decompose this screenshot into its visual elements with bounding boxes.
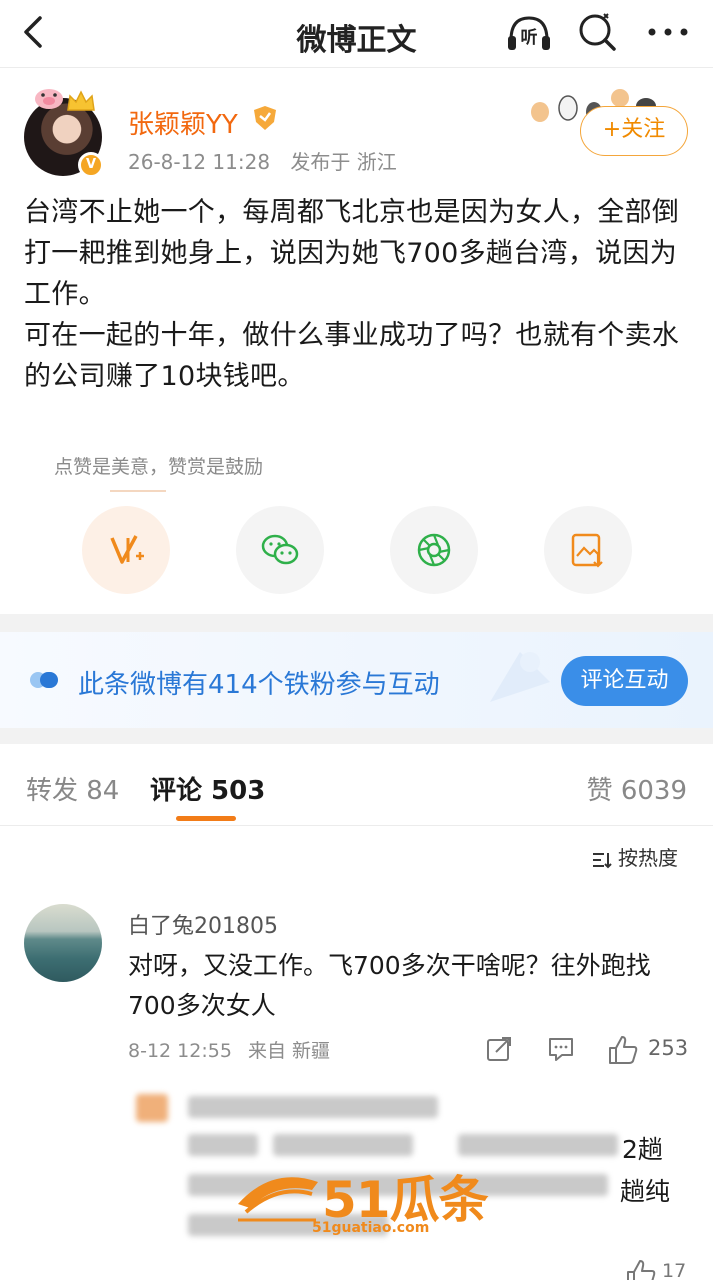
comment-time: 8-12 12:55	[128, 1040, 232, 1062]
vplus-icon	[110, 535, 144, 564]
reply-fragment: 趟纯	[620, 1177, 671, 1206]
save-image-button[interactable]	[544, 506, 632, 594]
member-medal-icon[interactable]	[250, 104, 280, 132]
tab-repost[interactable]: 转发 84	[26, 770, 119, 807]
crown-ornament-icon	[67, 90, 95, 111]
fan-stream-icon	[30, 672, 58, 688]
like-icon	[627, 1260, 656, 1280]
verified-badge-icon: V	[78, 152, 104, 178]
reply-like-count: 17	[662, 1260, 687, 1280]
commenter-avatar[interactable]	[24, 904, 102, 982]
section-divider	[0, 614, 713, 632]
pig-ornament-icon	[35, 89, 63, 109]
interaction-tabs: 转发 84 评论 503 赞 6039	[0, 744, 713, 826]
tab-like[interactable]: 赞 6039	[587, 770, 687, 807]
sort-by-hot-button[interactable]: 按热度	[590, 842, 678, 871]
reward-vplus-button[interactable]	[82, 506, 170, 594]
share-wechat-button[interactable]	[236, 506, 324, 594]
follow-button[interactable]: +关注	[580, 106, 688, 156]
blurred-line	[188, 1096, 438, 1118]
save-image-icon	[571, 533, 603, 568]
blurred-line	[273, 1134, 413, 1156]
blurred-line	[458, 1134, 618, 1156]
post-location: 发布于 浙江	[290, 150, 397, 174]
post-time: 26-8-12 11:28	[128, 150, 271, 174]
like-comment-icon[interactable]	[606, 1034, 640, 1066]
banner-text: 此条微博有414个铁粉参与互动	[78, 670, 440, 700]
watermark-url: 51guatiao.com	[312, 1220, 430, 1236]
author-name[interactable]: 张颖颖YY	[128, 104, 238, 141]
reply-comment-icon[interactable]	[546, 1034, 576, 1064]
comment-text: 对呀，又没工作。飞700多次干啥呢？往外跑找700多次女人	[128, 951, 651, 1020]
comment-like-count: 253	[648, 1036, 689, 1060]
commenter-name[interactable]: 白了兔201805	[128, 908, 278, 940]
more-options-icon[interactable]	[642, 10, 694, 54]
moments-aperture-icon	[417, 533, 451, 567]
post-paragraph-2: 可在一起的十年，做什么事业成功了吗？也就有个卖水的公司赚了10块钱吧。	[24, 320, 680, 392]
post-meta: 26-8-12 11:28 发布于 浙江	[128, 146, 411, 175]
tab-comment[interactable]: 评论 503	[150, 770, 265, 807]
active-tab-indicator	[176, 816, 236, 821]
top-nav-bar: 微博正文 听	[0, 0, 713, 68]
fan-interaction-banner[interactable]: 此条微博有414个铁粉参与互动 评论互动	[0, 632, 713, 728]
post-paragraph-1: 台湾不止她一个，每周都飞北京也是因为女人，全部倒打一耙推到她身上，说因为她飞70…	[24, 197, 680, 310]
comment-interact-button[interactable]: 评论互动	[561, 656, 688, 706]
listen-label: 听	[521, 27, 538, 48]
reply-fragment: 2趟	[622, 1135, 663, 1164]
share-comment-icon[interactable]	[484, 1034, 514, 1064]
blurred-avatar	[136, 1094, 168, 1122]
banner-decoration-icon	[490, 652, 550, 702]
sort-icon	[593, 852, 612, 868]
reward-tip-pointer	[110, 490, 166, 492]
comment-meta: 8-12 12:55 来自 新疆	[128, 1036, 340, 1063]
post-content: 台湾不止她一个，每周都飞北京也是因为女人，全部倒打一耙推到她身上，说因为她飞70…	[24, 192, 689, 397]
reward-tip: 点赞是美意，赞赏是鼓励	[54, 456, 264, 478]
wechat-icon	[261, 534, 299, 565]
comment-location: 来自 新疆	[247, 1040, 331, 1062]
search-icon[interactable]	[574, 10, 620, 54]
author-avatar[interactable]: V	[24, 89, 104, 178]
listen-headphones-icon[interactable]: 听	[504, 10, 554, 54]
section-divider	[0, 728, 713, 744]
blurred-line	[188, 1134, 258, 1156]
share-moments-button[interactable]	[390, 506, 478, 594]
sort-label: 按热度	[618, 846, 678, 870]
reply-like[interactable]: 17	[622, 1256, 702, 1280]
